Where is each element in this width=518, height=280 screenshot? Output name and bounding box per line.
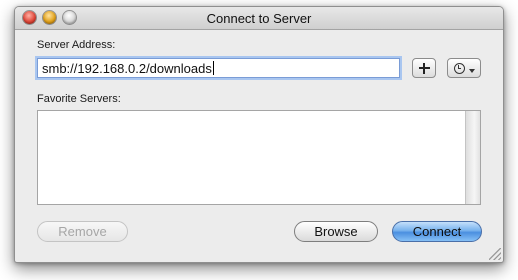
remove-button[interactable]: Remove [37, 221, 128, 242]
browse-button[interactable]: Browse [294, 221, 378, 242]
recent-servers-button[interactable] [447, 58, 481, 78]
server-address-value: smb://192.168.0.2/downloads [42, 61, 212, 76]
add-to-favorites-button[interactable] [412, 58, 436, 78]
server-address-input[interactable]: smb://192.168.0.2/downloads [37, 58, 400, 78]
title-bar[interactable]: Connect to Server [15, 7, 503, 30]
plus-icon [418, 62, 430, 74]
text-caret [212, 61, 214, 75]
server-address-label: Server Address: [37, 39, 116, 51]
chevron-down-icon [468, 69, 475, 73]
favorite-servers-label: Favorite Servers: [37, 93, 121, 105]
resize-grip[interactable] [489, 248, 501, 260]
connect-to-server-window: Connect to Server Server Address: smb://… [14, 6, 504, 263]
connect-button[interactable]: Connect [392, 221, 482, 242]
clock-icon [453, 62, 465, 74]
window-title: Connect to Server [206, 11, 312, 26]
favorites-scrollbar[interactable] [465, 111, 480, 204]
favorite-servers-list[interactable] [37, 110, 481, 205]
